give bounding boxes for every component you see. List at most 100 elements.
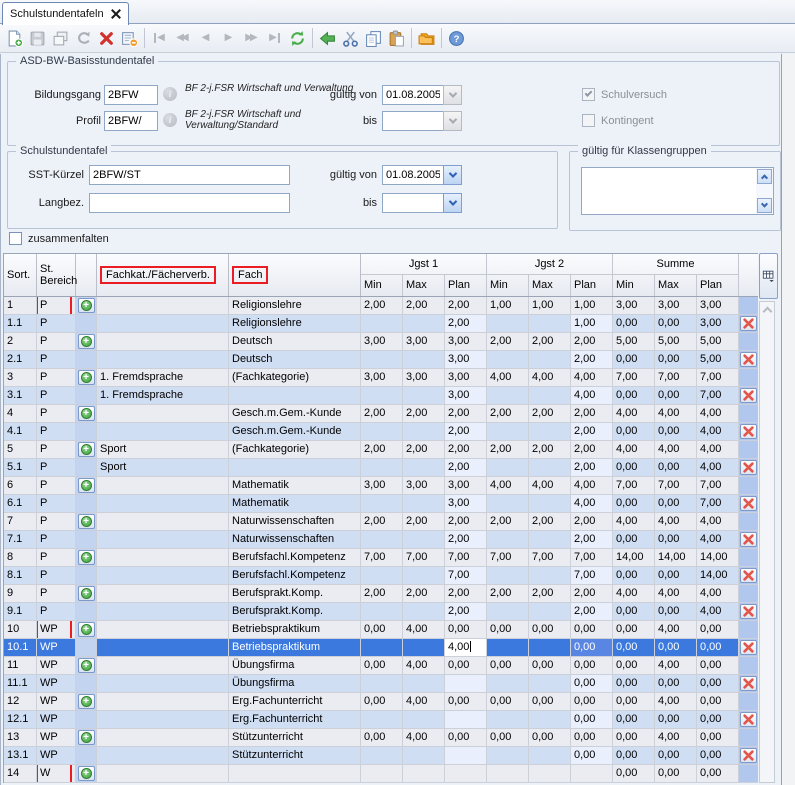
delete-row-button[interactable] bbox=[740, 712, 757, 727]
cut-button[interactable] bbox=[339, 26, 362, 50]
profil-field[interactable] bbox=[104, 111, 158, 131]
table-row[interactable]: 2.1PDeutsch3,002,000,000,005,00 bbox=[4, 351, 758, 369]
sst-bis-field[interactable] bbox=[382, 193, 444, 213]
basis-gueltig-von-field[interactable] bbox=[382, 85, 444, 105]
add-detail-row-button[interactable]: + bbox=[78, 586, 95, 601]
add-detail-row-button[interactable]: + bbox=[78, 478, 95, 493]
column-subheader[interactable]: Plan bbox=[445, 275, 487, 296]
delete-row-button[interactable] bbox=[740, 460, 757, 475]
table-row[interactable]: 13.1WPStützunterricht0,000,000,000,00 bbox=[4, 747, 758, 765]
column-chooser-button[interactable] bbox=[759, 253, 778, 299]
column-subheader[interactable]: Plan bbox=[697, 275, 739, 296]
back-arrow-button[interactable] bbox=[316, 26, 339, 50]
table-row[interactable]: 14W+0,000,000,00 bbox=[4, 765, 758, 783]
add-detail-row-button[interactable]: + bbox=[78, 334, 95, 349]
table-row[interactable]: 8.1PBerufsfachl.Kompetenz7,007,000,000,0… bbox=[4, 567, 758, 585]
zusammenfalten-checkbox[interactable] bbox=[9, 232, 22, 245]
column-subheader[interactable]: Min bbox=[361, 275, 403, 296]
schulversuch-checkbox[interactable] bbox=[582, 88, 595, 101]
delete-row-button[interactable] bbox=[740, 388, 757, 403]
sst-gueltig-von-field[interactable] bbox=[382, 165, 444, 185]
klassengruppen-list[interactable] bbox=[581, 167, 774, 215]
table-row[interactable]: 4P+Gesch.m.Gem.-Kunde2,002,002,002,002,0… bbox=[4, 405, 758, 423]
column-subheader[interactable]: Min bbox=[487, 275, 529, 296]
scroll-up-icon[interactable] bbox=[763, 307, 773, 317]
table-row[interactable]: 7P+Naturwissenschaften2,002,002,002,002,… bbox=[4, 513, 758, 531]
scroll-up-button[interactable] bbox=[757, 169, 772, 184]
nav-last-button[interactable]: ▶ bbox=[263, 26, 286, 50]
tab-close-icon[interactable] bbox=[111, 9, 121, 19]
langbez-field[interactable] bbox=[89, 193, 290, 213]
table-row[interactable]: 11.1WPÜbungsfirma0,000,000,000,00 bbox=[4, 675, 758, 693]
table-row[interactable]: 12.1WPErg.Fachunterricht0,000,000,000,00 bbox=[4, 711, 758, 729]
nav-first-button[interactable]: ◀ bbox=[148, 26, 171, 50]
table-row[interactable]: 5.1PSport2,002,000,000,004,00 bbox=[4, 459, 758, 477]
delete-row-button[interactable] bbox=[740, 640, 757, 655]
table-row[interactable]: 8P+Berufsfachl.Kompetenz7,007,007,007,00… bbox=[4, 549, 758, 567]
add-detail-row-button[interactable]: + bbox=[78, 298, 95, 313]
delete-row-button[interactable] bbox=[740, 568, 757, 583]
help-button[interactable]: ? bbox=[445, 26, 468, 50]
table-row[interactable]: 6P+Mathematik3,003,003,004,004,004,007,0… bbox=[4, 477, 758, 495]
save-button[interactable] bbox=[26, 26, 49, 50]
column-subheader[interactable]: Min bbox=[613, 275, 655, 296]
table-row[interactable]: 6.1PMathematik3,004,000,000,007,00 bbox=[4, 495, 758, 513]
column-header-bereich[interactable]: St. Bereich bbox=[37, 254, 76, 296]
bildungsgang-field[interactable] bbox=[104, 85, 158, 105]
delete-row-button[interactable] bbox=[740, 316, 757, 331]
sst-gueltig-von-dropdown[interactable] bbox=[443, 165, 462, 185]
sst-kuerzel-field[interactable] bbox=[89, 165, 290, 185]
basis-bis-dropdown[interactable] bbox=[443, 111, 462, 131]
folders-button[interactable] bbox=[415, 26, 438, 50]
table-row[interactable]: 13WP+Stützunterricht0,004,000,000,000,00… bbox=[4, 729, 758, 747]
copy-record-button[interactable] bbox=[49, 26, 72, 50]
table-row[interactable]: 4.1PGesch.m.Gem.-Kunde2,002,000,000,004,… bbox=[4, 423, 758, 441]
column-header-plus[interactable] bbox=[76, 254, 97, 296]
table-row[interactable]: 7.1PNaturwissenschaften2,002,000,000,004… bbox=[4, 531, 758, 549]
table-row[interactable]: 11WP+Übungsfirma0,004,000,000,000,000,00… bbox=[4, 657, 758, 675]
column-header-fach[interactable]: Fach bbox=[229, 254, 361, 296]
add-detail-row-button[interactable]: + bbox=[78, 694, 95, 709]
delete-row-button[interactable] bbox=[740, 748, 757, 763]
nav-fast-prev-button[interactable]: ◀◀ bbox=[171, 26, 194, 50]
column-subheader[interactable]: Plan bbox=[571, 275, 613, 296]
table-row[interactable]: 5P+Sport(Fachkategorie)2,002,002,002,002… bbox=[4, 441, 758, 459]
table-row[interactable]: 9.1PBerufsprakt.Komp.2,002,000,000,004,0… bbox=[4, 603, 758, 621]
delete-row-button[interactable] bbox=[740, 532, 757, 547]
table-scrollbar[interactable] bbox=[759, 301, 775, 783]
add-detail-row-button[interactable]: + bbox=[78, 442, 95, 457]
refresh-button[interactable] bbox=[286, 26, 309, 50]
new-record-button[interactable] bbox=[3, 26, 26, 50]
cell-editor[interactable]: 4,00 bbox=[445, 639, 486, 656]
delete-row-button[interactable] bbox=[740, 496, 757, 511]
sst-bis-dropdown[interactable] bbox=[443, 193, 462, 213]
delete-row-button[interactable] bbox=[740, 676, 757, 691]
column-group-header[interactable]: Jgst 2 bbox=[487, 254, 613, 274]
add-detail-row-button[interactable]: + bbox=[78, 766, 95, 781]
column-subheader[interactable]: Max bbox=[655, 275, 697, 296]
table-row[interactable]: 10WP+Betriebspraktikum0,004,000,000,000,… bbox=[4, 621, 758, 639]
column-header-sort[interactable]: Sort. bbox=[4, 254, 37, 296]
table-row[interactable]: 3.1P1. Fremdsprache3,004,000,000,007,00 bbox=[4, 387, 758, 405]
table-row[interactable]: 1.1PReligionslehre2,001,000,000,003,00 bbox=[4, 315, 758, 333]
add-detail-row-button[interactable]: + bbox=[78, 658, 95, 673]
nav-next-button[interactable]: ▶ bbox=[217, 26, 240, 50]
scroll-down-button[interactable] bbox=[757, 198, 772, 213]
add-detail-row-button[interactable]: + bbox=[78, 622, 95, 637]
basis-bis-field[interactable] bbox=[382, 111, 444, 131]
basis-gueltig-von-dropdown[interactable] bbox=[443, 85, 462, 105]
delete-record-button[interactable] bbox=[95, 26, 118, 50]
delete-row-button[interactable] bbox=[740, 424, 757, 439]
table-row[interactable]: 2P+Deutsch3,003,003,002,002,002,005,005,… bbox=[4, 333, 758, 351]
add-detail-row-button[interactable]: + bbox=[78, 406, 95, 421]
table-row[interactable]: 12WP+Erg.Fachunterricht0,004,000,000,000… bbox=[4, 693, 758, 711]
delete-row-button[interactable] bbox=[740, 352, 757, 367]
copy-button[interactable] bbox=[362, 26, 385, 50]
tab-schulstundentafeln[interactable]: Schulstundentafeln bbox=[2, 2, 129, 25]
column-group-header[interactable]: Summe bbox=[613, 254, 739, 274]
column-subheader[interactable]: Max bbox=[403, 275, 445, 296]
add-detail-row-button[interactable]: + bbox=[78, 550, 95, 565]
kontingent-checkbox[interactable] bbox=[582, 114, 595, 127]
table-row[interactable]: 9P+Berufsprakt.Komp.2,002,002,002,002,00… bbox=[4, 585, 758, 603]
table-row[interactable]: 1P+Religionslehre2,002,002,001,001,001,0… bbox=[4, 297, 758, 315]
